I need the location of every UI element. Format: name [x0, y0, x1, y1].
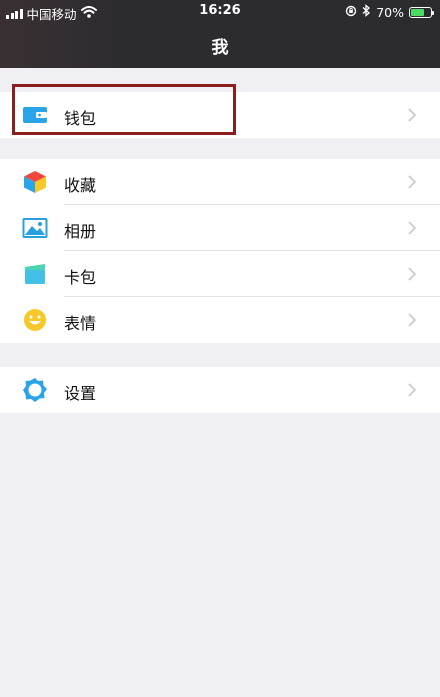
chevron-right-icon	[404, 107, 420, 123]
settings-group: 设置	[0, 367, 440, 413]
smiley-icon	[22, 308, 48, 332]
gear-icon	[22, 378, 48, 402]
menu-item-stickers[interactable]: 表情	[0, 297, 440, 343]
wallet-group: 钱包	[0, 92, 440, 138]
menu-item-label: 表情	[64, 314, 97, 333]
cube-icon	[22, 170, 48, 194]
chevron-right-icon	[404, 312, 420, 328]
menu-item-album[interactable]: 相册	[0, 205, 440, 251]
wallet-icon	[22, 103, 48, 127]
card-icon	[22, 262, 48, 286]
battery-percent: 70%	[376, 4, 404, 20]
menu-item-label: 钱包	[64, 109, 97, 128]
features-group: 收藏 相册 卡包 表情	[0, 159, 440, 343]
top-bar: 中国移动 16:26 70% 我	[0, 0, 440, 68]
lock-rotation-icon	[345, 5, 357, 20]
chevron-right-icon	[404, 220, 420, 236]
menu-item-label: 收藏	[64, 176, 97, 195]
chevron-right-icon	[404, 382, 420, 398]
status-bar: 中国移动 16:26 70%	[0, 0, 440, 22]
menu-item-label: 设置	[64, 384, 97, 403]
photo-icon	[22, 216, 48, 240]
menu-item-favorites[interactable]: 收藏	[0, 159, 440, 205]
page-title: 我	[211, 38, 229, 58]
chevron-right-icon	[404, 174, 420, 190]
menu-item-label: 卡包	[64, 268, 97, 287]
menu-item-settings[interactable]: 设置	[0, 367, 440, 413]
menu-item-card-pack[interactable]: 卡包	[0, 251, 440, 297]
battery-fill	[411, 8, 425, 16]
chevron-right-icon	[404, 266, 420, 282]
battery-icon	[409, 6, 434, 18]
menu-item-label: 相册	[64, 222, 97, 241]
bluetooth-icon	[362, 4, 371, 20]
menu-item-wallet[interactable]: 钱包	[0, 92, 440, 138]
